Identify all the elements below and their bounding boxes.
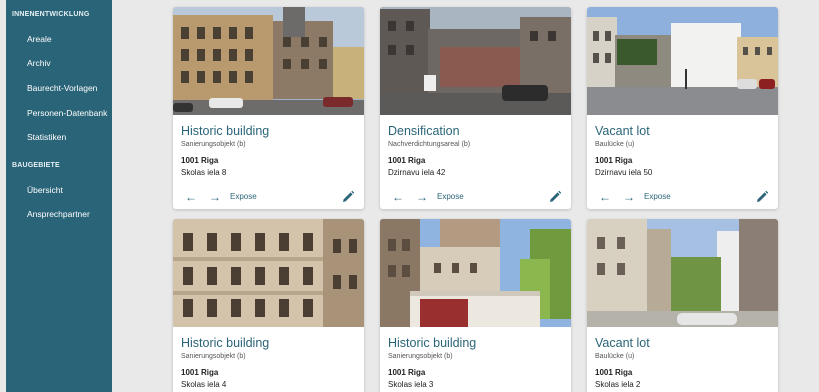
card-street: Skolas iela 8 bbox=[181, 168, 227, 177]
property-card[interactable]: Historic building Sanierungsobjekt (b) 1… bbox=[173, 219, 364, 392]
pencil-icon[interactable] bbox=[341, 190, 355, 204]
property-photo[interactable] bbox=[173, 219, 364, 327]
card-title: Historic building bbox=[388, 336, 477, 350]
card-street: Dzirnavu iela 50 bbox=[595, 168, 653, 177]
card-subtitle: Sanierungsobjekt (b) bbox=[181, 353, 246, 360]
sidebar: INNENENTWICKLUNG Areale Archiv Baurecht-… bbox=[6, 0, 112, 392]
property-photo[interactable] bbox=[173, 7, 364, 115]
card-actions: ← → Expose bbox=[380, 190, 571, 206]
card-title: Vacant lot bbox=[595, 124, 650, 138]
arrow-right-icon[interactable]: → bbox=[623, 190, 635, 204]
sidebar-item-ansprechpartner[interactable]: Ansprechpartner bbox=[6, 209, 90, 219]
property-card[interactable]: Historic building Sanierungsobjekt (b) 1… bbox=[380, 219, 571, 392]
pencil-icon[interactable] bbox=[755, 190, 769, 204]
property-card[interactable]: Vacant lot Baulücke (u) 1001 Riga Dzirna… bbox=[587, 7, 778, 209]
sidebar-item-personen-datenbank[interactable]: Personen-Datenbank bbox=[6, 108, 107, 118]
card-title: Densification bbox=[388, 124, 460, 138]
card-city: 1001 Riga bbox=[181, 156, 219, 165]
expose-link[interactable]: Expose bbox=[644, 192, 671, 201]
property-card[interactable]: Historic building Sanierungsobjekt (b) 1… bbox=[173, 7, 364, 209]
arrow-right-icon[interactable]: → bbox=[209, 190, 221, 204]
arrow-left-icon[interactable]: ← bbox=[599, 190, 611, 204]
card-subtitle: Sanierungsobjekt (b) bbox=[388, 353, 453, 360]
card-title: Historic building bbox=[181, 124, 270, 138]
card-city: 1001 Riga bbox=[388, 368, 426, 377]
sidebar-item-areale[interactable]: Areale bbox=[6, 34, 52, 44]
expose-link[interactable]: Expose bbox=[230, 192, 257, 201]
sidebar-item-uebersicht[interactable]: Übersicht bbox=[6, 185, 63, 195]
card-street: Skolas iela 4 bbox=[181, 380, 227, 389]
arrow-left-icon[interactable]: ← bbox=[185, 190, 197, 204]
card-city: 1001 Riga bbox=[181, 368, 219, 377]
property-card[interactable]: Vacant lot Baulücke (u) 1001 Riga Skolas… bbox=[587, 219, 778, 392]
sidebar-item-statistiken[interactable]: Statistiken bbox=[6, 132, 66, 142]
card-subtitle: Nachverdichtungsareal (b) bbox=[388, 141, 471, 148]
card-city: 1001 Riga bbox=[595, 368, 633, 377]
card-street: Skolas iela 3 bbox=[388, 380, 434, 389]
property-photo[interactable] bbox=[587, 219, 778, 327]
card-title: Historic building bbox=[181, 336, 270, 350]
card-subtitle: Baulücke (u) bbox=[595, 141, 635, 148]
card-subtitle: Sanierungsobjekt (b) bbox=[181, 141, 246, 148]
card-actions: ← → Expose bbox=[173, 190, 364, 206]
sidebar-item-baurecht-vorlagen[interactable]: Baurecht-Vorlagen bbox=[6, 83, 97, 93]
expose-link[interactable]: Expose bbox=[437, 192, 464, 201]
card-city: 1001 Riga bbox=[388, 156, 426, 165]
card-title: Vacant lot bbox=[595, 336, 650, 350]
sidebar-section-innenentwicklung: INNENENTWICKLUNG bbox=[12, 11, 90, 18]
arrow-right-icon[interactable]: → bbox=[416, 190, 428, 204]
arrow-left-icon[interactable]: ← bbox=[392, 190, 404, 204]
card-city: 1001 Riga bbox=[595, 156, 633, 165]
sidebar-item-archiv[interactable]: Archiv bbox=[6, 58, 51, 68]
property-card[interactable]: Densification Nachverdichtungsareal (b) … bbox=[380, 7, 571, 209]
card-grid: Historic building Sanierungsobjekt (b) 1… bbox=[112, 0, 819, 392]
property-photo[interactable] bbox=[380, 219, 571, 327]
card-actions: ← → Expose bbox=[587, 190, 778, 206]
sidebar-section-baugebiete: BAUGEBIETE bbox=[12, 162, 60, 169]
card-subtitle: Baulücke (u) bbox=[595, 353, 635, 360]
property-photo[interactable] bbox=[380, 7, 571, 115]
card-street: Dzirnavu iela 42 bbox=[388, 168, 446, 177]
pencil-icon[interactable] bbox=[548, 190, 562, 204]
card-street: Skolas iela 2 bbox=[595, 380, 641, 389]
property-photo[interactable] bbox=[587, 7, 778, 115]
